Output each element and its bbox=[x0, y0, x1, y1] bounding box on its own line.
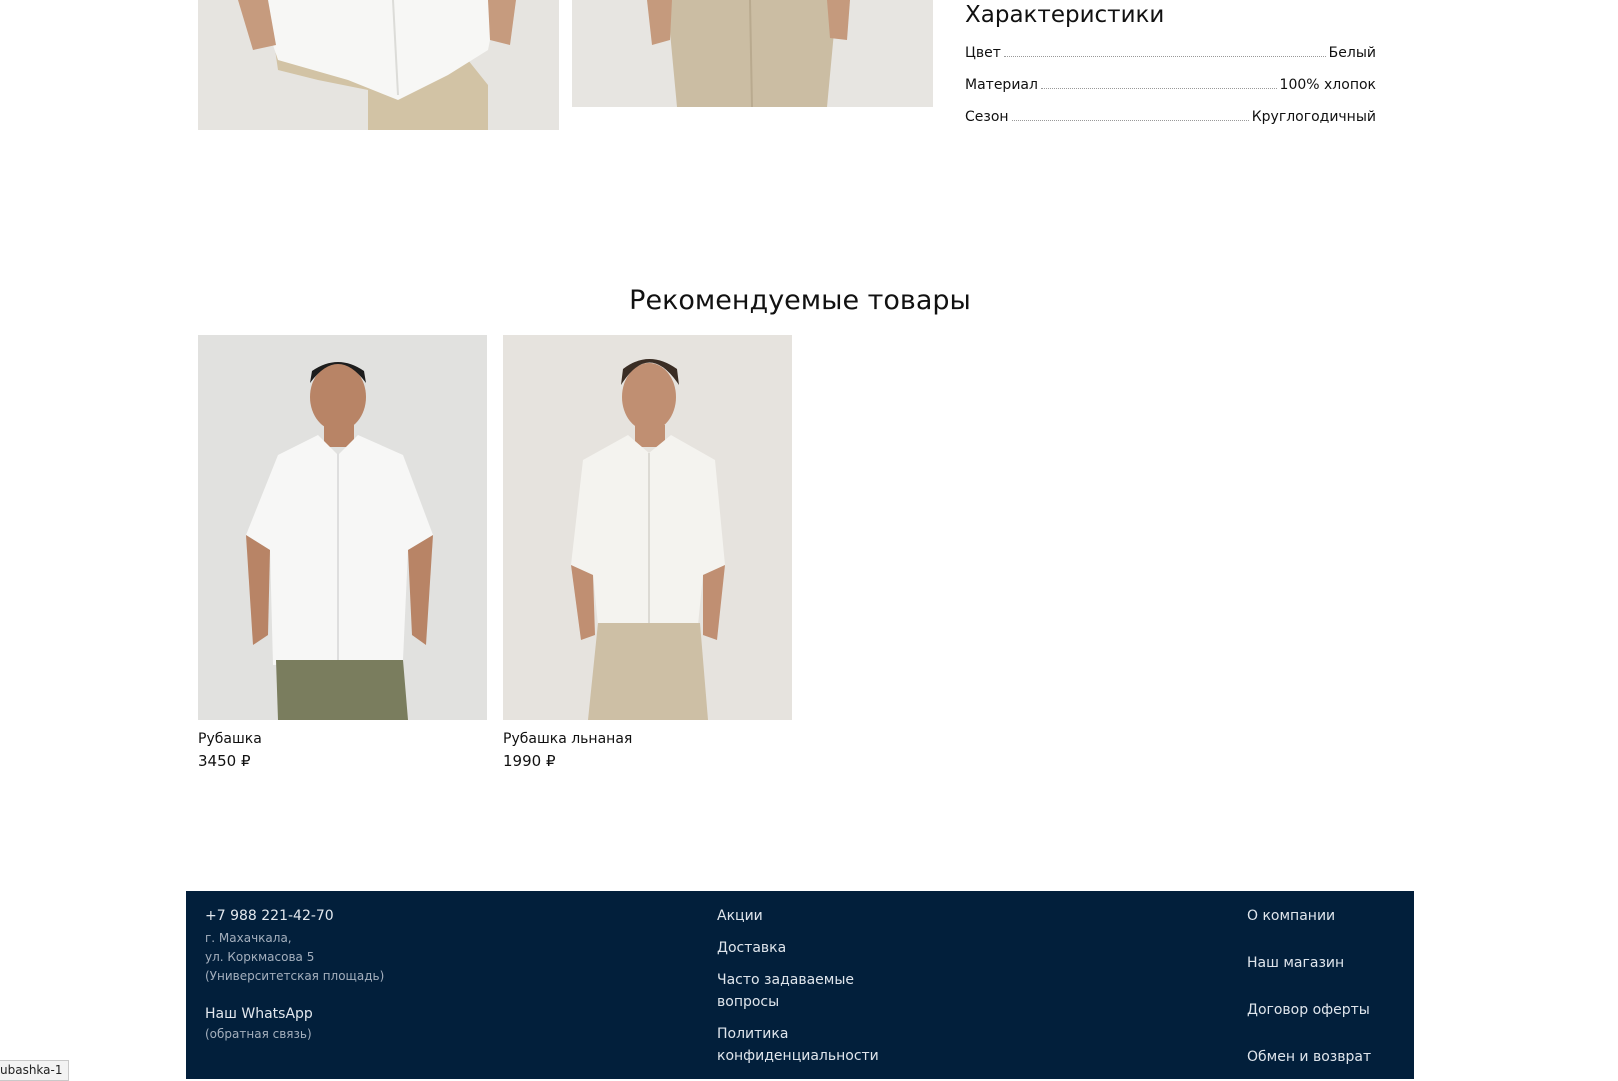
product-name[interactable]: Рубашка льнаная bbox=[503, 731, 792, 747]
spec-dots bbox=[1003, 56, 1326, 57]
product-card[interactable]: Рубашка 3450 ₽ bbox=[198, 335, 487, 770]
footer-whatsapp-link[interactable]: Наш WhatsApp bbox=[205, 1006, 313, 1022]
spec-dots bbox=[1011, 120, 1249, 121]
footer-whatsapp-note: (обратная связь) bbox=[205, 1027, 312, 1041]
footer-link-delivery[interactable]: Доставка bbox=[717, 937, 786, 959]
spec-value: Белый bbox=[1328, 45, 1376, 61]
footer-link-returns[interactable]: Обмен и возврат bbox=[1247, 1046, 1371, 1068]
footer-address-line: ул. Коркмасова 5 bbox=[205, 950, 315, 964]
product-card[interactable]: Рубашка льнаная 1990 ₽ bbox=[503, 335, 792, 770]
spec-label: Сезон bbox=[965, 109, 1009, 125]
spec-label: Цвет bbox=[965, 45, 1001, 61]
footer-link-offer[interactable]: Договор оферты bbox=[1247, 999, 1370, 1021]
product-name[interactable]: Рубашка bbox=[198, 731, 487, 747]
product-image[interactable] bbox=[503, 335, 792, 720]
site-footer: +7 988 221-42-70 г. Махачкала, ул. Коркм… bbox=[186, 891, 1414, 1079]
spec-label: Материал bbox=[965, 77, 1038, 93]
characteristics-title: Характеристики bbox=[965, 2, 1165, 28]
spec-row-season: Сезон Круглогодичный bbox=[965, 109, 1376, 125]
recommended-title: Рекомендуемые товары bbox=[629, 285, 971, 316]
product-price: 1990 ₽ bbox=[503, 752, 556, 770]
footer-link-about[interactable]: О компании bbox=[1247, 905, 1335, 927]
footer-link-store[interactable]: Наш магазин bbox=[1247, 952, 1344, 974]
spec-row-color: Цвет Белый bbox=[965, 45, 1376, 61]
footer-phone[interactable]: +7 988 221-42-70 bbox=[205, 908, 334, 924]
footer-link-faq[interactable]: Часто задаваемые вопросы bbox=[717, 969, 877, 1013]
spec-dots bbox=[1040, 88, 1277, 89]
spec-value: Круглогодичный bbox=[1251, 109, 1376, 125]
status-url-chip: ubashka-1 bbox=[0, 1060, 69, 1081]
product-image[interactable] bbox=[198, 335, 487, 720]
product-price: 3450 ₽ bbox=[198, 752, 251, 770]
footer-address-line: г. Махачкала, bbox=[205, 931, 292, 945]
spec-value: 100% хлопок bbox=[1279, 77, 1376, 93]
product-photo-secondary[interactable] bbox=[572, 0, 933, 107]
footer-link-privacy[interactable]: Политика конфиденциальности bbox=[717, 1023, 879, 1067]
spec-row-material: Материал 100% хлопок bbox=[965, 77, 1376, 93]
footer-link-promotions[interactable]: Акции bbox=[717, 905, 763, 927]
product-photo-main[interactable] bbox=[198, 0, 559, 130]
footer-address-line: (Университетская площадь) bbox=[205, 969, 385, 983]
